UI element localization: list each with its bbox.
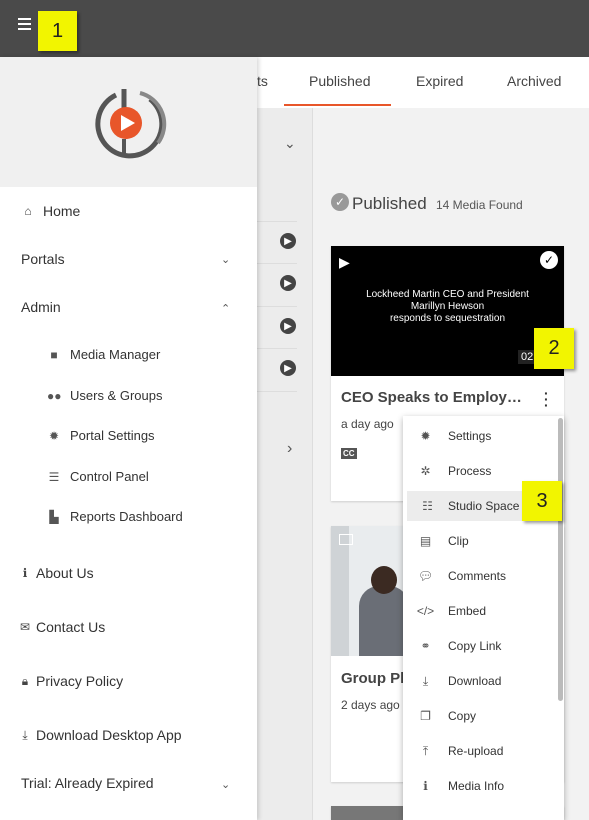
comments-icon: 💬︎ xyxy=(417,569,434,583)
list-icon: ☰ xyxy=(48,469,60,484)
closed-caption-icon: CC xyxy=(341,448,357,459)
nav-reports-dashboard[interactable]: ▙ Reports Dashboard xyxy=(47,509,182,524)
users-icon: ●● xyxy=(47,388,62,403)
chart-icon: ▙ xyxy=(49,509,59,524)
divider xyxy=(257,391,297,392)
side-drawer: ⌂ Home Portals ⌄ Admin ⌃ ■ Media Manager… xyxy=(0,57,257,820)
nav-about-us[interactable]: ℹ About Us xyxy=(18,565,94,581)
gear-icon: ✹ xyxy=(420,429,431,443)
select-check-icon[interactable]: ✓ xyxy=(540,251,558,269)
nav-portals[interactable]: Portals xyxy=(21,251,65,267)
film-icon: ▤ xyxy=(419,534,432,548)
nav-privacy-policy[interactable]: 🔒︎ Privacy Policy xyxy=(18,673,123,689)
logo-area xyxy=(0,57,257,187)
folder-icon: ■ xyxy=(50,347,58,362)
menu-item-settings[interactable]: ✹ Settings xyxy=(403,421,564,451)
nav-trial-status[interactable]: Trial: Already Expired xyxy=(21,775,154,791)
home-icon: ⌂ xyxy=(24,204,32,218)
media-title[interactable]: Group Pl xyxy=(341,670,404,687)
callout-2: 2 xyxy=(534,328,574,369)
lock-icon: 🔒︎ xyxy=(21,673,29,688)
divider xyxy=(257,221,297,222)
nav-contact-us[interactable]: ✉ Contact Us xyxy=(18,619,105,635)
divider xyxy=(257,306,297,307)
info-icon: ℹ xyxy=(22,566,28,580)
menu-item-download[interactable]: ⤓ Download xyxy=(403,666,564,696)
divider xyxy=(257,263,297,264)
more-options-icon[interactable]: · · · xyxy=(544,386,549,412)
gear-icon: ✹ xyxy=(48,428,60,443)
filter-panel xyxy=(257,108,313,820)
nav-users-groups[interactable]: ●● Users & Groups xyxy=(47,388,162,403)
arrow-right-icon[interactable]: ▶ xyxy=(280,360,296,376)
video-thumbnail[interactable]: ▶ ✓ Lockheed Martin CEO and President Ma… xyxy=(331,246,564,376)
arrow-right-icon[interactable]: ▶ xyxy=(280,275,296,291)
media-date: a day ago xyxy=(341,417,394,431)
chevron-down-icon[interactable]: ⌄ xyxy=(284,135,296,152)
nav-home[interactable]: ⌂ Home xyxy=(21,203,80,219)
published-check-icon: ✓ xyxy=(331,193,349,211)
cogs-icon: ✲ xyxy=(420,464,431,478)
upload-icon: ⤒ xyxy=(422,743,429,758)
sliders-icon: ☷ xyxy=(422,499,433,513)
active-tab-indicator xyxy=(284,104,391,106)
arrow-right-icon[interactable]: ▶ xyxy=(280,233,296,249)
media-date: 2 days ago xyxy=(341,698,400,712)
envelope-icon: ✉ xyxy=(19,620,31,634)
play-icon: ▶ xyxy=(339,254,350,270)
menu-scrollbar[interactable] xyxy=(558,418,563,701)
top-bar xyxy=(0,0,589,57)
menu-item-media-info[interactable]: ℹ Media Info xyxy=(403,771,564,801)
chevron-up-icon[interactable]: ⌃ xyxy=(221,302,230,315)
chevron-down-icon[interactable]: ⌄ xyxy=(221,253,230,266)
media-count: 14 Media Found xyxy=(436,198,523,212)
chevron-down-icon[interactable]: ⌄ xyxy=(221,778,230,791)
nav-download-desktop-app[interactable]: ⤓ Download Desktop App xyxy=(18,727,181,743)
section-title: Published xyxy=(352,194,427,213)
media-context-menu: ✹ Settings ✲ Process ☷ Studio Space ▤ Clip 💬… xyxy=(403,416,564,820)
nav-control-panel[interactable]: ☰ Control Panel xyxy=(47,469,149,484)
menu-item-copy-link[interactable]: ⚭ Copy Link xyxy=(403,631,564,661)
media-title[interactable]: CEO Speaks to Employ… xyxy=(341,389,522,406)
nav-media-manager[interactable]: ■ Media Manager xyxy=(47,347,160,362)
brand-logo xyxy=(95,89,167,159)
tab-expired[interactable]: Expired xyxy=(416,73,463,89)
divider xyxy=(257,348,297,349)
tab-archived[interactable]: Archived xyxy=(507,73,561,89)
status-tabs: ts Published Expired Archived xyxy=(257,57,589,109)
person-image xyxy=(359,586,409,656)
thumbnail-caption: Lockheed Martin CEO and President Marill… xyxy=(366,289,529,324)
nav-portal-settings[interactable]: ✹ Portal Settings xyxy=(47,428,155,443)
menu-item-copy[interactable]: ❐ Copy xyxy=(403,701,564,731)
tab-partial[interactable]: ts xyxy=(257,73,268,89)
nav-admin[interactable]: Admin xyxy=(21,299,61,315)
menu-item-comments[interactable]: 💬︎ Comments xyxy=(403,561,564,591)
menu-item-reupload[interactable]: ⤒ Re-upload xyxy=(403,736,564,766)
chevron-right-icon[interactable]: › xyxy=(287,440,292,458)
info-icon: ℹ xyxy=(423,779,428,793)
image-icon xyxy=(339,534,353,545)
menu-item-clip[interactable]: ▤ Clip xyxy=(403,526,564,556)
hamburger-icon[interactable] xyxy=(18,18,31,30)
download-icon: ⤓ xyxy=(422,673,429,688)
arrow-right-icon[interactable]: ▶ xyxy=(280,318,296,334)
callout-1: 1 xyxy=(38,11,77,51)
copy-icon: ❐ xyxy=(420,709,431,723)
code-icon: </> xyxy=(416,604,435,618)
menu-item-embed[interactable]: </> Embed xyxy=(403,596,564,626)
tab-published[interactable]: Published xyxy=(309,73,371,89)
callout-3: 3 xyxy=(522,481,562,521)
download-icon: ⤓ xyxy=(22,727,28,742)
link-icon: ⚭ xyxy=(420,639,431,653)
